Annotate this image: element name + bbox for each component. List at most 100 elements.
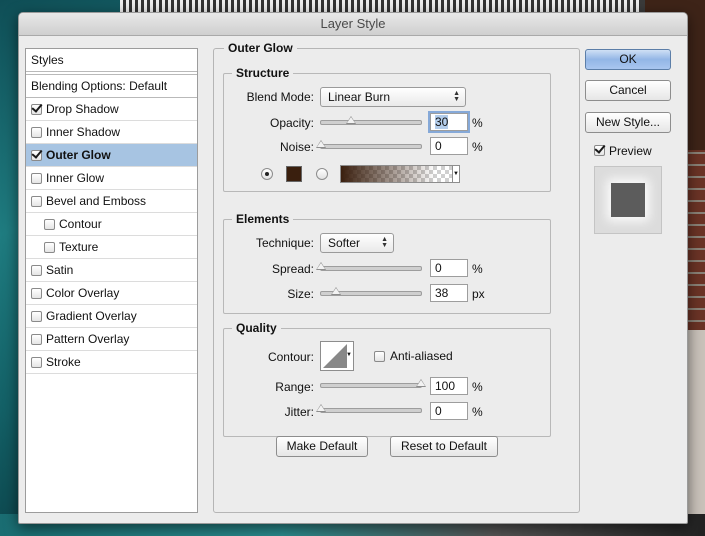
glow-color-swatch[interactable] [286,166,302,182]
size-slider-thumb[interactable] [331,287,341,295]
range-unit: % [472,380,483,394]
make-default-button[interactable]: Make Default [276,436,368,457]
size-input[interactable]: 38 [430,284,468,302]
range-label: Range: [275,380,314,394]
jitter-input[interactable]: 0 [430,402,468,420]
range-slider-thumb[interactable] [416,379,426,387]
sidebar-item-inner-shadow[interactable]: Inner Shadow [26,121,197,144]
style-checkbox[interactable] [31,310,42,322]
range-input[interactable]: 100 [430,377,468,395]
sidebar-item-label: Outer Glow [46,148,111,162]
preview-label[interactable]: Preview [609,144,652,158]
jitter-unit: % [472,405,483,419]
sidebar-item-label: Contour [59,217,102,231]
range-slider[interactable] [320,379,426,388]
sidebar-item-label: Satin [46,263,74,277]
noise-slider[interactable] [316,140,422,149]
spread-label: Spread: [271,262,314,276]
gradient-dropdown-icon[interactable]: ▼ [452,165,460,183]
noise-unit: % [472,140,483,154]
sidebar-item-label: Stroke [46,355,81,369]
sidebar-item-label: Inner Glow [46,171,105,185]
spread-unit: % [472,262,483,276]
contour-dropdown-icon[interactable]: ▼ [346,352,352,358]
technique-label: Technique: [255,236,314,250]
structure-group: Structure Blend Mode: Linear Burn ▲ ▼ Opa… [223,66,551,192]
sidebar-item-inner-glow[interactable]: Inner Glow [26,167,197,190]
style-checkbox[interactable] [31,126,42,138]
sidebar-item-stroke[interactable]: Stroke [26,351,197,374]
size-unit: px [472,287,485,301]
style-checkbox[interactable] [31,264,42,276]
spread-slider-thumb[interactable] [316,262,326,270]
opacity-unit: % [472,116,483,130]
jitter-slider[interactable] [316,404,422,413]
blend-mode-value: Linear Burn [328,90,391,104]
opacity-slider[interactable] [320,116,422,125]
sidebar-item-label: Drop Shadow [46,102,119,116]
panel-title: Outer Glow [224,41,297,55]
sidebar-item-label: Inner Shadow [46,125,121,139]
layer-style-dialog: Layer Style Styles Blending Options: Def… [18,12,688,524]
jitter-label: Jitter: [284,405,314,419]
style-checkbox[interactable] [44,241,55,253]
sidebar-item-label: Pattern Overlay [46,332,130,346]
contour-picker[interactable]: ▼ [320,341,354,371]
size-label: Size: [287,287,314,301]
sidebar-item-satin[interactable]: Satin [26,259,197,282]
solid-color-radio[interactable] [261,168,273,180]
style-checkbox[interactable] [44,218,55,230]
style-checkbox[interactable] [31,333,42,345]
sidebar-item-gradient-overlay[interactable]: Gradient Overlay [26,305,197,328]
technique-value: Softer [328,236,361,250]
style-checkbox[interactable] [31,172,42,184]
blending-options-item[interactable]: Blending Options: Default [26,74,197,98]
noise-input[interactable]: 0 [430,137,468,155]
anti-aliased-label[interactable]: Anti-aliased [390,349,453,363]
sidebar-item-label: Bevel and Emboss [46,194,147,208]
noise-label: Noise: [279,140,314,154]
spread-input[interactable]: 0 [430,259,468,277]
select-arrows-icon: ▲ ▼ [381,236,388,249]
sidebar-item-contour[interactable]: Contour [26,213,197,236]
new-style-button[interactable]: New Style... [585,112,671,133]
technique-select[interactable]: Softer ▲ ▼ [320,233,394,253]
cancel-button[interactable]: Cancel [585,80,671,101]
sidebar-item-color-overlay[interactable]: Color Overlay [26,282,197,305]
anti-aliased-checkbox[interactable] [374,351,385,362]
ok-button[interactable]: OK [585,49,671,70]
linear-contour-icon [323,344,347,368]
reset-to-default-button[interactable]: Reset to Default [390,436,498,457]
structure-title: Structure [232,66,294,80]
sidebar-item-drop-shadow[interactable]: Drop Shadow [26,98,197,121]
gradient-radio[interactable] [316,168,328,180]
blend-mode-select[interactable]: Linear Burn ▲ ▼ [320,87,466,107]
opacity-input[interactable]: 30 [430,113,468,131]
jitter-slider-thumb[interactable] [316,404,326,412]
sidebar-item-outer-glow[interactable]: Outer Glow [26,144,197,167]
styles-header[interactable]: Styles [26,49,197,72]
contour-label: Contour: [267,350,314,364]
sidebar-item-label: Gradient Overlay [46,309,137,323]
style-checkbox[interactable] [31,287,42,299]
opacity-slider-thumb[interactable] [346,116,356,124]
size-slider[interactable] [320,287,422,296]
preview-checkbox[interactable] [594,145,605,156]
sidebar-item-label: Texture [59,240,99,254]
spread-slider[interactable] [316,262,422,271]
blend-mode-label: Blend Mode: [246,90,314,104]
style-checkbox[interactable] [31,356,42,368]
dialog-title: Layer Style [19,13,687,36]
style-checkbox[interactable] [31,149,42,161]
opacity-label: Opacity: [269,116,314,130]
style-checkbox[interactable] [31,195,42,207]
sidebar-item-texture[interactable]: Texture [26,236,197,259]
sidebar-item-bevel-and-emboss[interactable]: Bevel and Emboss [26,190,197,213]
glow-gradient-picker[interactable]: ▼ [340,165,460,183]
noise-slider-thumb[interactable] [316,140,326,148]
quality-group: Quality Contour: ▼ Anti-aliased Range: 1… [223,321,551,437]
preview-square [611,183,645,217]
style-checkbox[interactable] [31,103,42,115]
sidebar-item-pattern-overlay[interactable]: Pattern Overlay [26,328,197,351]
select-arrows-icon: ▲ ▼ [453,90,460,103]
